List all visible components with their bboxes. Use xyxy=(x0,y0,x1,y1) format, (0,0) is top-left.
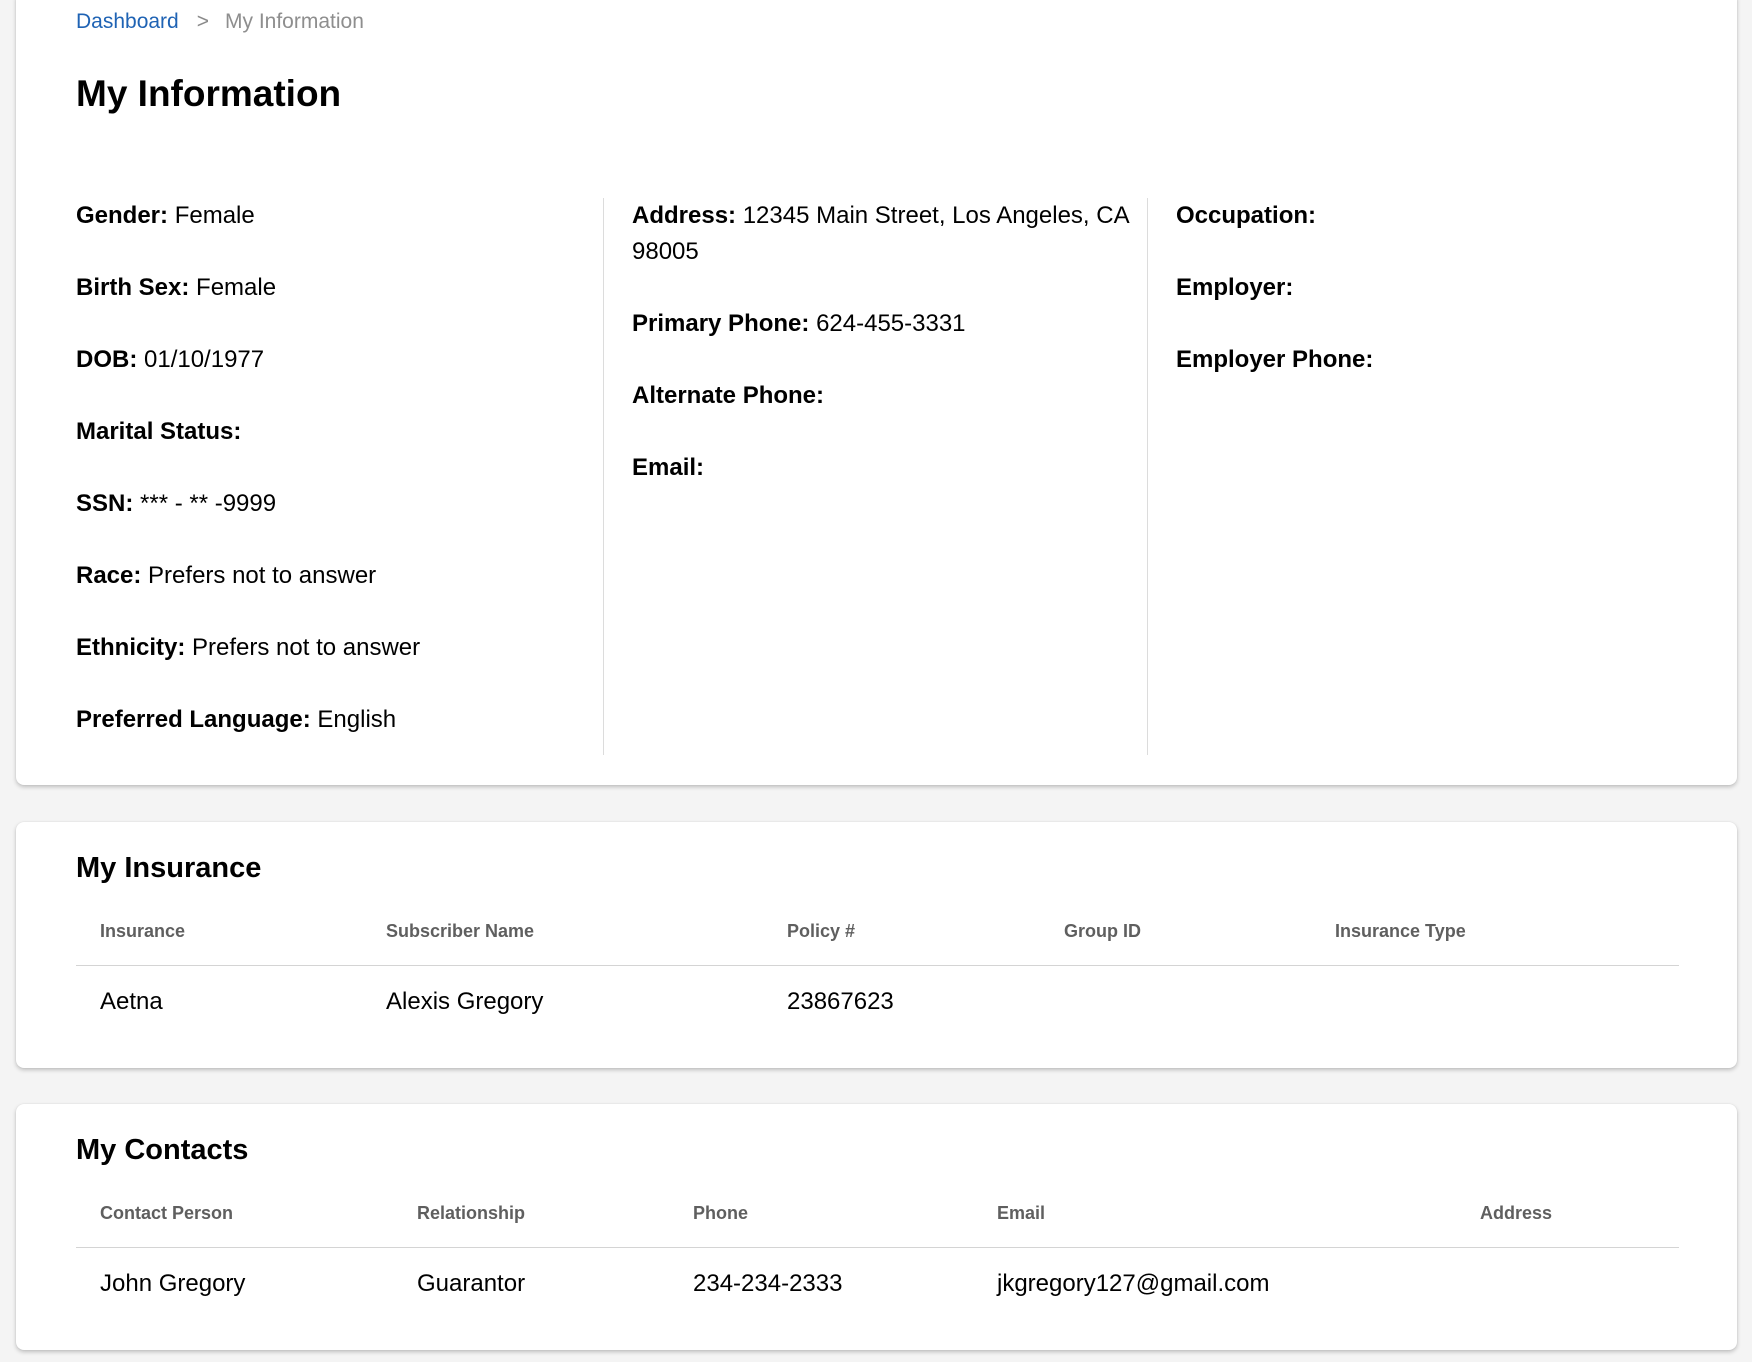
field-race: Race: Prefers not to answer xyxy=(76,558,596,594)
field-value: 624-455-3331 xyxy=(816,310,966,337)
contacts-table: Contact Person Relationship Phone Email … xyxy=(76,1188,1679,1324)
column-header-relationship: Relationship xyxy=(417,1203,526,1223)
section-title-insurance: My Insurance xyxy=(76,852,262,884)
field-label: SSN: xyxy=(76,490,134,517)
field-label: Race: xyxy=(76,562,142,589)
insurance-table: Insurance Subscriber Name Policy # Group… xyxy=(76,906,1679,1042)
field-value: Prefers not to answer xyxy=(148,562,377,589)
field-label: DOB: xyxy=(76,346,138,373)
employment-column: Occupation: Employer: Employer Phone: xyxy=(1176,198,1696,755)
column-header-phone: Phone xyxy=(693,1203,749,1223)
contact-details-column: Address: 12345 Main Street, Los Angeles,… xyxy=(632,198,1146,755)
field-label: Gender: xyxy=(76,202,169,229)
cell-policy: 23867623 xyxy=(787,988,894,1015)
field-value: *** - ** -9999 xyxy=(140,490,277,517)
field-birth-sex: Birth Sex: Female xyxy=(76,270,596,306)
field-preferred-language: Preferred Language: English xyxy=(76,702,596,738)
cell-contact-person: John Gregory xyxy=(100,1270,246,1297)
field-employer-phone: Employer Phone: xyxy=(1176,342,1696,378)
field-address: Address: 12345 Main Street, Los Angeles,… xyxy=(632,198,1146,270)
table-row: John Gregory Guarantor 234-234-2333 jkgr… xyxy=(76,1248,1679,1324)
contacts-card: My Contacts Contact Person Relationship … xyxy=(16,1104,1737,1350)
breadcrumb: Dashboard > My Information xyxy=(76,9,364,35)
field-employer: Employer: xyxy=(1176,270,1696,306)
field-value: Prefers not to answer xyxy=(192,634,421,661)
table-header: Contact Person Relationship Phone Email … xyxy=(76,1188,1679,1248)
field-label: Alternate Phone: xyxy=(632,382,825,409)
cell-relationship: Guarantor xyxy=(417,1270,526,1297)
field-gender: Gender: Female xyxy=(76,198,596,234)
cell-phone: 234-234-2333 xyxy=(693,1270,843,1297)
field-label: Primary Phone: xyxy=(632,310,810,337)
field-primary-phone: Primary Phone: 624-455-3331 xyxy=(632,306,1146,342)
table-header: Insurance Subscriber Name Policy # Group… xyxy=(76,906,1679,966)
field-ethnicity: Ethnicity: Prefers not to answer xyxy=(76,630,596,666)
field-label: Email: xyxy=(632,454,705,481)
field-label: Address: xyxy=(632,202,737,229)
column-header-group-id: Group ID xyxy=(1064,921,1141,941)
field-email: Email: xyxy=(632,450,1146,486)
table-row: Aetna Alexis Gregory 23867623 xyxy=(76,966,1679,1042)
field-label: Marital Status: xyxy=(76,418,242,445)
field-label: Occupation: xyxy=(1176,202,1317,229)
section-title-contacts: My Contacts xyxy=(76,1134,249,1166)
field-label: Preferred Language: xyxy=(76,706,311,733)
field-value: English xyxy=(317,706,397,733)
breadcrumb-current: My Information xyxy=(225,10,364,33)
field-label: Ethnicity: xyxy=(76,634,186,661)
field-marital-status: Marital Status: xyxy=(76,414,596,450)
insurance-card: My Insurance Insurance Subscriber Name P… xyxy=(16,822,1737,1068)
field-alternate-phone: Alternate Phone: xyxy=(632,378,1146,414)
field-value: Female xyxy=(196,274,277,301)
column-divider xyxy=(1147,198,1148,755)
page-title: My Information xyxy=(76,73,342,114)
field-label: Employer: xyxy=(1176,274,1294,301)
personal-info-card: Dashboard > My Information My Information … xyxy=(16,0,1737,785)
field-occupation: Occupation: xyxy=(1176,198,1696,234)
column-header-address: Address xyxy=(1480,1203,1553,1223)
column-header-subscriber-name: Subscriber Name xyxy=(386,921,535,941)
cell-email: jkgregory127@gmail.com xyxy=(997,1270,1270,1297)
column-header-policy: Policy # xyxy=(787,921,856,941)
cell-insurance: Aetna xyxy=(100,988,163,1015)
field-value: 01/10/1977 xyxy=(144,346,265,373)
field-label: Employer Phone: xyxy=(1176,346,1374,373)
cell-subscriber-name: Alexis Gregory xyxy=(386,988,544,1015)
column-header-insurance-type: Insurance Type xyxy=(1335,921,1466,941)
field-dob: DOB: 01/10/1977 xyxy=(76,342,596,378)
column-header-insurance: Insurance xyxy=(100,921,186,941)
breadcrumb-dashboard-link[interactable]: Dashboard xyxy=(76,10,179,33)
column-divider xyxy=(603,198,604,755)
demographics-column: Gender: Female Birth Sex: Female DOB: 01… xyxy=(76,198,596,755)
field-label: Birth Sex: xyxy=(76,274,190,301)
column-header-email: Email xyxy=(997,1203,1046,1223)
column-header-contact-person: Contact Person xyxy=(100,1203,234,1223)
breadcrumb-separator: > xyxy=(196,10,209,33)
field-value: Female xyxy=(174,202,255,229)
field-ssn: SSN: *** - ** -9999 xyxy=(76,486,596,522)
